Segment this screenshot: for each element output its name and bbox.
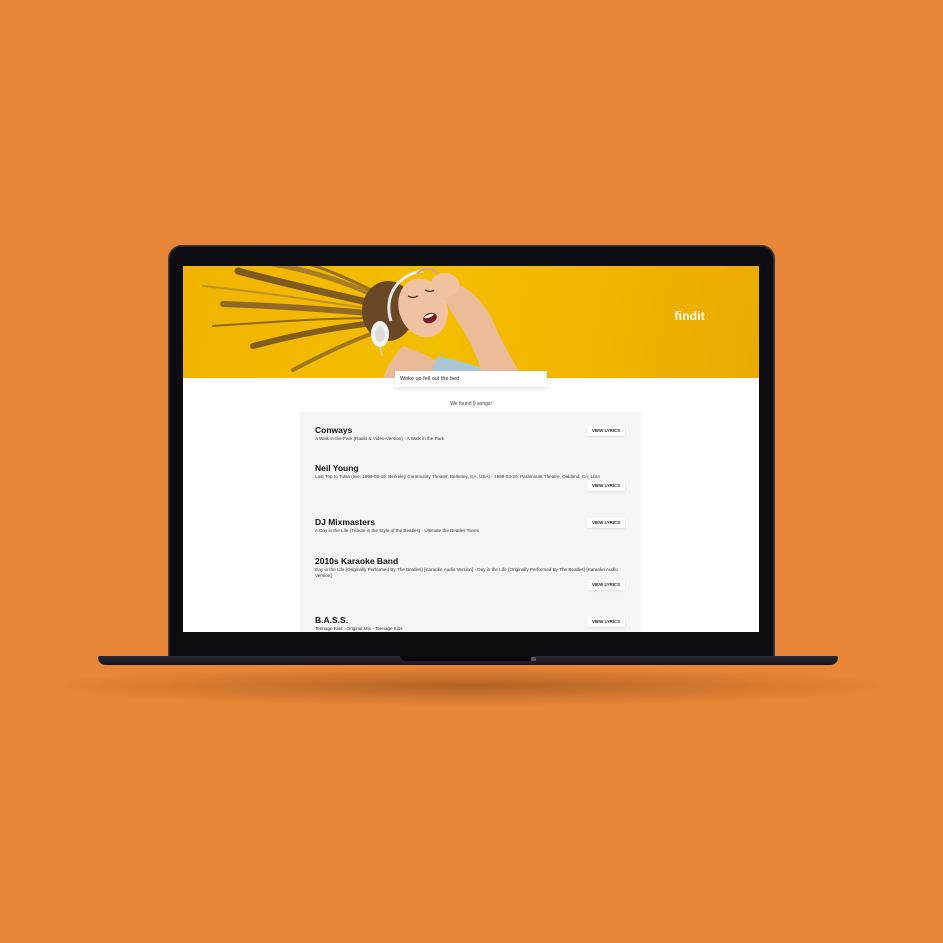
view-lyrics-button[interactable]: VIEW LYRICS	[587, 617, 626, 627]
view-lyrics-button[interactable]: VIEW LYRICS	[587, 481, 626, 491]
mockup-stage: findit We found 9 songs! Conways A Walk …	[0, 0, 943, 943]
song-titles: Last Trip to Tulsa (live: 1999-03-19: Be…	[315, 474, 601, 479]
laptop-shadow	[40, 666, 903, 706]
laptop-notch	[400, 656, 535, 661]
results-list: Conways A Walk in the Park (Radio & Vide…	[300, 412, 641, 632]
view-lyrics-button[interactable]: VIEW LYRICS	[587, 426, 626, 436]
findit-logo[interactable]: findit	[674, 309, 705, 323]
laptop-hinge-dot	[531, 657, 536, 661]
view-lyrics-button[interactable]: VIEW LYRICS	[587, 580, 626, 590]
result-item: B.A.S.S. Teenage Kiss - Original Mix - T…	[315, 615, 631, 632]
artist-name: Neil Young	[315, 463, 359, 473]
artist-name: DJ Mixmasters	[315, 517, 376, 527]
artist-name: 2010s Karaoke Band	[315, 556, 399, 566]
result-item: DJ Mixmasters A Day in the Life (Tribute…	[315, 517, 631, 534]
hero-banner: findit	[183, 266, 759, 378]
hero-photo-woman-with-headphones	[202, 266, 523, 378]
song-titles: Day in the Life (Originally Performed By…	[315, 567, 618, 578]
result-item: Conways A Walk in the Park (Radio & Vide…	[315, 425, 631, 442]
results-count: We found 9 songs!	[450, 401, 492, 407]
laptop-screen: findit We found 9 songs! Conways A Walk …	[183, 266, 759, 632]
result-item: 2010s Karaoke Band Day in the Life (Orig…	[315, 556, 631, 578]
artist-name: Conways	[315, 425, 353, 435]
song-titles: Teenage Kiss - Original Mix - Teenage Ki…	[315, 626, 403, 631]
song-titles: A Day in the Life (Tribute in the Style …	[315, 528, 479, 533]
song-search-input[interactable]	[395, 371, 547, 387]
result-item: Neil Young Last Trip to Tulsa (live: 199…	[315, 463, 631, 480]
artist-name: B.A.S.S.	[315, 615, 349, 625]
view-lyrics-button[interactable]: VIEW LYRICS	[587, 518, 626, 528]
song-titles: A Walk in the Park (Radio & Video-Versio…	[315, 436, 445, 441]
